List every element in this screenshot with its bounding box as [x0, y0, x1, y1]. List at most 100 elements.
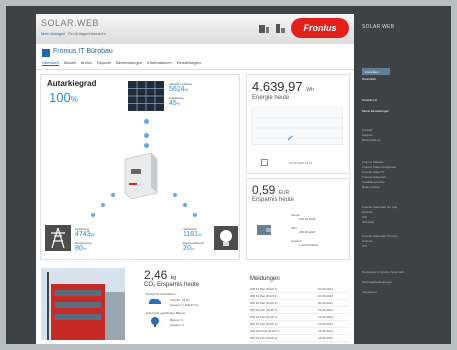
sidebar-item-references[interactable]: Referenzliste — [362, 185, 380, 189]
header-subtitle: Ein Anlagenübersicht — [68, 31, 106, 36]
sidebar-item-my-settings[interactable]: Meine Einstellungen — [362, 109, 389, 113]
flow-dot — [193, 213, 197, 217]
energy-label: Energie heute — [252, 95, 290, 101]
car-icon — [149, 299, 161, 304]
tab-current[interactable]: Aktuell — [64, 60, 76, 65]
energy-panel: 4.639,97 Wh Energie heute 20.09.2012 14:… — [246, 74, 350, 174]
sidebar-item-terms[interactable]: Nutzungsbedingungen — [362, 280, 392, 284]
inverter-icon — [124, 153, 158, 199]
energy-value: 4.639,97 Wh — [252, 79, 314, 94]
load-value: 1181W — [183, 231, 202, 238]
tab-bar: Übersicht Aktuell Archiv Reports Berechn… — [42, 60, 205, 66]
sidebar-item-installer-search[interactable]: Installateursuche — [362, 180, 385, 184]
message-row[interactable]: WR Wechsel (8 kW 1) 18.09.2012 — [248, 328, 348, 335]
sidebar: SOLAR.WEB Anmelden Persönlich Produkt (4… — [362, 14, 448, 344]
messages-title: Meldungen — [250, 276, 280, 282]
sidebar-item-product[interactable]: Produkt (4) — [362, 98, 377, 102]
brand-title[interactable]: SOLAR.WEB — [41, 18, 99, 28]
system-icon — [42, 49, 50, 57]
feedin-value: 80% — [75, 245, 87, 252]
flow-dot — [91, 213, 95, 217]
sidebar-item-pro-app-heading: Fronius Solar.web Pro App — [362, 234, 398, 238]
sidebar-item-windows[interactable]: Windows — [362, 220, 374, 224]
sidebar-item-ios[interactable]: iOS — [362, 215, 367, 219]
background-frame: SOLAR.WEB Mein Anlagen Ein Anlagenübersi… — [6, 6, 451, 344]
message-row[interactable]: WR 10 Pac (8 kW 1) 20.09.2012 — [248, 286, 348, 293]
pv-usage-value: 45% — [169, 100, 181, 107]
sidebar-item-personal[interactable]: Persönlich — [362, 77, 376, 81]
co2-car-total: Gesamt: 1.499,67 km — [170, 303, 199, 307]
grid-tower-icon — [45, 225, 71, 251]
energy-chart — [251, 107, 344, 145]
sidebar-item-feedback[interactable]: Rückmeldung — [362, 138, 380, 142]
flow-dot — [183, 203, 187, 207]
fronius-logo: Fronius — [291, 18, 349, 38]
sidebar-item-contact[interactable]: Kontakt — [362, 128, 372, 132]
power-flow-panel: Autarkiegrad 100% Aktuelle Leistung 5624… — [40, 74, 240, 260]
system-photo — [41, 268, 125, 340]
system-header: Fronius IT Bürobau Übersicht Aktuell Arc… — [36, 44, 354, 70]
flow-dot — [144, 119, 149, 124]
sidebar-item-app-heading: Fronius Solar.web pro App — [362, 205, 398, 209]
sidebar-item-newsletter[interactable]: Newsletter & Fronius Solar.web — [362, 270, 404, 274]
sidebar-item-pro-android[interactable]: Android — [362, 239, 372, 243]
savings-label: Ersparnis heute — [252, 197, 295, 203]
savings-month-value: 105,01 EUR — [299, 217, 316, 221]
message-row[interactable]: WR 10 Pac (8 kW 1) 19.09.2012 — [248, 314, 348, 321]
co2-trees-label: Entspricht gepflanzter Bäume ... — [146, 311, 189, 315]
tools-icon[interactable] — [274, 23, 286, 35]
tab-information[interactable]: Informationen — [147, 60, 171, 65]
message-row[interactable]: WR 10 Pac (8 kW 1) 20.09.2012 — [248, 293, 348, 300]
co2-car-distance: Strecke: 19 km — [170, 298, 191, 302]
co2-trees-count: Bäume: 0 — [170, 318, 183, 322]
tab-settings[interactable]: Einstellungen — [177, 60, 201, 65]
sidebar-title: SOLAR.WEB — [362, 24, 395, 30]
flow-dot — [144, 133, 149, 138]
sidebar-item-website[interactable]: Fronius Website — [362, 160, 384, 164]
sidebar-item-configurator[interactable]: Fronius Solar.configurator — [362, 165, 396, 169]
savings-panel: 0,59 EUR Ersparnis heute Monat 105,01 EU… — [246, 178, 350, 260]
savings-value: 0,59 EUR — [252, 183, 290, 197]
self-consumption-value: 20% — [183, 245, 195, 252]
co2-car-label: Entspricht Autofahrten ... — [146, 292, 179, 296]
savings-total-value: 1.216,84 EUR — [299, 243, 318, 247]
wallet-icon — [257, 225, 271, 235]
sidebar-item-solar-web[interactable]: Fronius Solar.web — [362, 175, 386, 179]
app-header: SOLAR.WEB Mein Anlagen Ein Anlagenübersi… — [36, 14, 354, 44]
co2-value: 2,46 kg — [144, 268, 176, 282]
tab-reports[interactable]: Reports — [97, 60, 111, 65]
light-bulb-icon — [214, 226, 238, 250]
message-row[interactable]: WR 10 Pac (8 kW 1) 20.09.2012 — [248, 300, 348, 307]
flow-dot — [144, 143, 149, 148]
sidebar-item-support[interactable]: Support — [362, 133, 373, 137]
login-button[interactable]: Anmelden — [362, 68, 390, 75]
savings-year-value: 456,90 EUR — [299, 230, 316, 234]
co2-trees-total: Gesamt: 3 — [170, 323, 184, 327]
settings-icon[interactable] — [258, 23, 270, 35]
my-systems-link[interactable]: Mein Anlagen — [41, 31, 65, 36]
tab-calculations[interactable]: Berechnungen — [116, 60, 142, 65]
message-row[interactable]: WR 10 Pac (8 kW 1) 18.09.2012 — [248, 335, 348, 342]
savings-year-label: Jahr — [291, 226, 297, 230]
flow-dot — [101, 203, 105, 207]
sidebar-item-android[interactable]: Android — [362, 210, 372, 214]
calendar-icon[interactable] — [261, 159, 268, 166]
tree-icon — [151, 317, 159, 327]
grid-value: 4743W — [75, 231, 95, 238]
autarky-label: Autarkiegrad — [47, 79, 97, 88]
energy-date: 20.09.2012 14:17 — [289, 161, 313, 165]
system-title: Fronius IT Bürobau — [53, 48, 113, 55]
energy-chart-line — [252, 117, 344, 141]
autarky-value: 100% — [49, 90, 78, 105]
flow-dot — [173, 193, 177, 197]
co2-label: CO₂ Ersparnis heute — [144, 282, 200, 288]
sidebar-item-solar-tv[interactable]: Fronius Solar.TV — [362, 170, 384, 174]
message-row[interactable]: WR 10 Pac (8 kW 1) 19.09.2012 — [248, 321, 348, 328]
sidebar-item-imprint[interactable]: Impressum — [362, 290, 377, 294]
tab-archive[interactable]: Archiv — [81, 60, 92, 65]
sidebar-item-pro-ios[interactable]: iOS — [362, 244, 367, 248]
tab-overview[interactable]: Übersicht — [42, 60, 59, 66]
pv-power-value: 5624W — [169, 86, 189, 93]
message-row[interactable]: WR 10 Pac (8 kW 1) 19.09.2012 — [248, 307, 348, 314]
main-window: SOLAR.WEB Mein Anlagen Ein Anlagenübersi… — [36, 14, 354, 344]
